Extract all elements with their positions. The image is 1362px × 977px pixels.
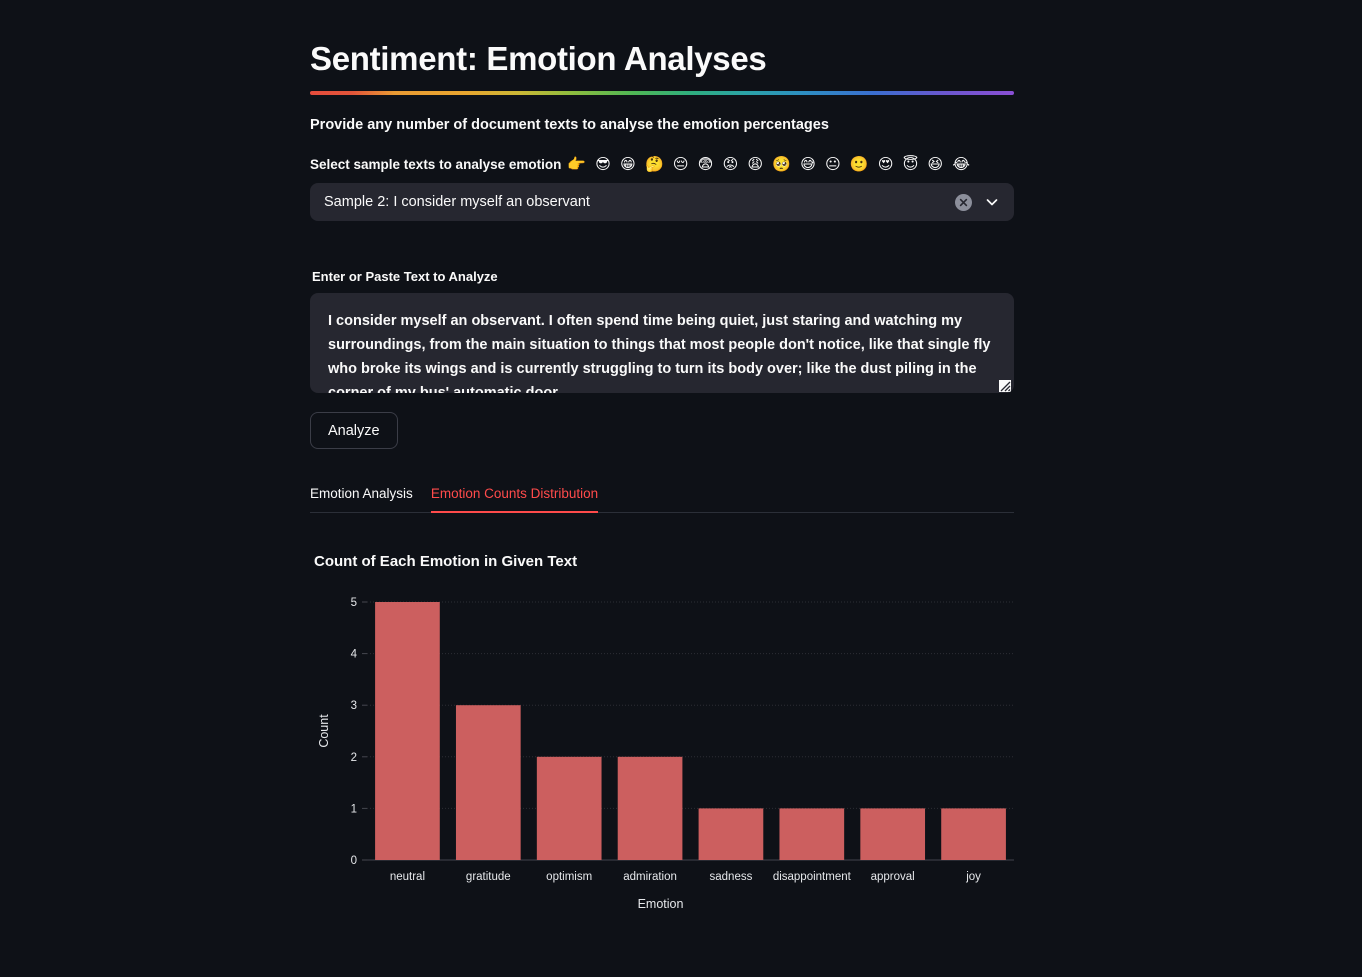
x-tick-label: joy — [965, 871, 981, 883]
tab-emotion-analysis[interactable]: Emotion Analysis — [310, 486, 413, 513]
analyze-button[interactable]: Analyze — [310, 412, 398, 450]
clear-circle-icon[interactable] — [955, 193, 972, 211]
y-tick-label: 0 — [351, 855, 357, 867]
page-subtitle: Provide any number of document texts to … — [310, 117, 829, 134]
x-tick-label: admiration — [623, 871, 677, 883]
select-label: Select sample texts to analyse emotion 👉… — [310, 155, 1014, 173]
x-tick-label: sadness — [710, 871, 753, 883]
bar[interactable] — [617, 757, 683, 861]
bar[interactable] — [375, 602, 440, 861]
y-tick-label: 3 — [351, 700, 357, 712]
y-tick-label: 4 — [351, 649, 358, 661]
app-root: Sentiment: Emotion Analyses Provide any … — [0, 0, 1362, 977]
x-axis-title: Emotion — [638, 897, 684, 911]
bar[interactable] — [779, 808, 845, 861]
x-tick-label: approval — [871, 871, 915, 883]
x-tick-label: disappointment — [773, 871, 852, 883]
bar[interactable] — [455, 705, 521, 861]
bar[interactable] — [698, 808, 764, 861]
tab-bar: Emotion Analysis Emotion Counts Distribu… — [310, 486, 1014, 514]
text-input-area[interactable]: I consider myself an observant. I often … — [310, 293, 1014, 394]
text-input-value: I consider myself an observant. I often … — [328, 313, 991, 394]
x-tick-label: gratitude — [466, 871, 511, 883]
y-axis-title: Count — [317, 714, 331, 748]
resize-handle-icon[interactable] — [999, 379, 1011, 393]
rainbow-divider — [310, 91, 1014, 96]
y-tick-label: 1 — [351, 804, 357, 816]
bar[interactable] — [941, 808, 1006, 861]
main-container: Sentiment: Emotion Analyses Provide any … — [310, 0, 1014, 913]
emotion-counts-bar-chart: 0 1 2 3 4 5 neutral gratitude optimism admiration… — [317, 597, 1014, 911]
y-tick-label: 2 — [351, 752, 357, 764]
chart-title: Count of Each Emotion in Given Text — [314, 553, 578, 571]
emoji-strip: 👉 😎 😁 🤔 😔 😨 😡 😩 🥺 😅 😐 🙂 😍 😇 😆 😂 — [567, 155, 972, 174]
chart-panel: Count of Each Emotion in Given Text 0 1 2 3… — [310, 553, 1014, 913]
x-tick-label: optimism — [546, 871, 592, 883]
page-title: Sentiment: Emotion Analyses — [310, 40, 767, 77]
x-tick-label: neutral — [390, 871, 425, 883]
sample-text-select[interactable]: Sample 2: I consider myself an observant — [310, 183, 1014, 222]
bar[interactable] — [536, 757, 602, 861]
bar[interactable] — [860, 808, 926, 861]
chevron-down-icon[interactable] — [984, 194, 1000, 210]
y-tick-label: 5 — [351, 597, 357, 609]
select-label-text: Select sample texts to analyse emotion — [310, 156, 562, 172]
sample-text-select-value: Sample 2: I consider myself an observant — [324, 194, 590, 211]
textarea-label: Enter or Paste Text to Analyze — [312, 269, 498, 285]
tab-emotion-counts-distribution[interactable]: Emotion Counts Distribution — [430, 486, 599, 514]
